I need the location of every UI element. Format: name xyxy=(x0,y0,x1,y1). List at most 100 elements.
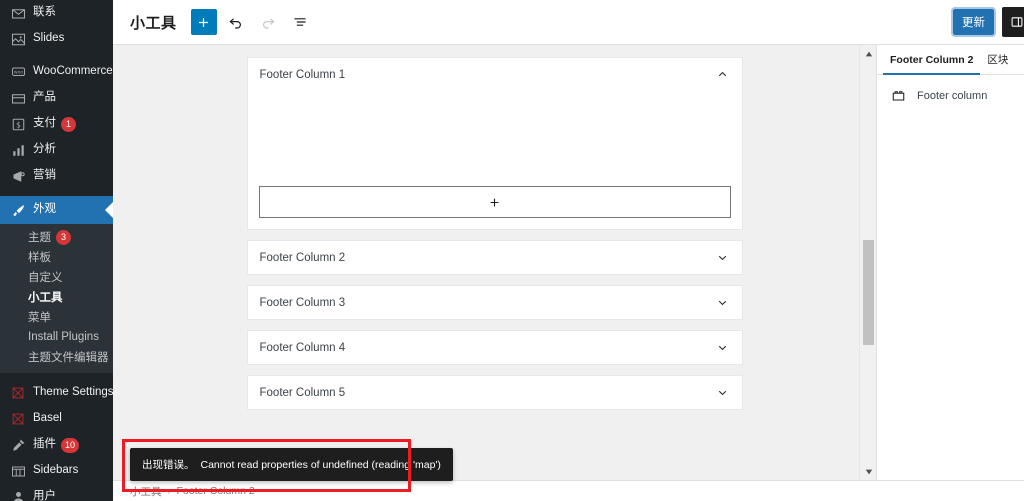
products-icon xyxy=(9,89,27,107)
status-badge: 10 xyxy=(61,437,80,453)
undo-arrow-icon xyxy=(229,18,241,29)
users-icon xyxy=(9,488,27,501)
submenu-item-widgets[interactable]: 小工具 xyxy=(0,287,113,307)
sidebar-item-woocommerce[interactable]: woo WooCommerce xyxy=(0,59,113,85)
sidebar-item-analytics[interactable]: 分析 xyxy=(0,137,113,163)
widget-area-header[interactable]: Footer Column 5 xyxy=(248,376,742,409)
scroll-down-arrow-icon[interactable] xyxy=(860,463,876,480)
submenu-item-label: 菜单 xyxy=(28,312,51,324)
list-item[interactable]: Footer column xyxy=(877,84,1024,107)
widget-area-header[interactable]: Footer Column 4 xyxy=(248,331,742,364)
submenu-item-theme-file-editor[interactable]: 主题文件编辑器 xyxy=(0,347,113,367)
chevron-down-icon[interactable] xyxy=(716,251,729,264)
breadcrumb: 小工具 › Footer Column 2 xyxy=(113,480,1024,501)
chevron-down-icon[interactable] xyxy=(716,386,729,399)
breadcrumb-item-current[interactable]: Footer Column 2 xyxy=(177,485,255,497)
error-toast-prefix: 出现错误。 xyxy=(142,459,195,471)
widget-area-title: Footer Column 2 xyxy=(259,251,346,264)
status-badge: 1 xyxy=(61,116,76,132)
widget-area-title: Footer Column 5 xyxy=(259,386,346,399)
sidebar-item-contact[interactable]: 联系 xyxy=(0,0,113,26)
canvas-scrollbar[interactable] xyxy=(859,45,876,480)
submenu-item-label: Install Plugins xyxy=(28,331,99,343)
widget-area-body xyxy=(248,91,742,229)
sidebar-item-basel[interactable]: Basel xyxy=(0,406,113,432)
redo-button[interactable] xyxy=(255,9,281,35)
redo-arrow-icon xyxy=(262,18,275,29)
sidebar-item-payments[interactable]: $ 支付 1 xyxy=(0,111,113,137)
sidebar-item-products[interactable]: 产品 xyxy=(0,85,113,111)
editor-canvas-wrap: Footer Column 1 Footer Column 2 Footer C… xyxy=(113,45,876,480)
undo-button[interactable] xyxy=(223,9,249,35)
chevron-down-icon[interactable] xyxy=(716,341,729,354)
sidebar-item-label: Basel xyxy=(33,412,62,425)
submenu-item-menus[interactable]: 菜单 xyxy=(0,307,113,327)
chevron-down-icon[interactable] xyxy=(716,296,729,309)
scrollbar-thumb[interactable] xyxy=(863,240,874,345)
mail-icon xyxy=(9,4,27,22)
sidebar-item-label: 分析 xyxy=(33,143,56,156)
megaphone-icon xyxy=(9,167,27,185)
widget-area-empty-space xyxy=(259,91,731,186)
widget-area-header[interactable]: Footer Column 1 xyxy=(248,58,742,91)
settings-sidebar: Footer Column 2 区块 Footer column xyxy=(876,45,1024,480)
block-appender-button[interactable] xyxy=(258,186,731,218)
submenu-item-label: 主题 xyxy=(28,232,51,244)
plugins-icon xyxy=(9,436,27,454)
widget-area-title: Footer Column 4 xyxy=(259,341,346,354)
chevron-up-icon[interactable] xyxy=(716,68,729,81)
error-toast: 出现错误。 Cannot read properties of undefine… xyxy=(130,448,453,481)
submenu-item-customize[interactable]: 自定义 xyxy=(0,267,113,287)
analytics-chart-icon xyxy=(9,141,27,159)
image-icon xyxy=(9,30,27,48)
sidebar-item-sidebars[interactable]: Sidebars xyxy=(0,458,113,484)
widget-area-footer-column-5: Footer Column 5 xyxy=(246,375,743,410)
tab-block[interactable]: 区块 xyxy=(980,45,1015,74)
sidebars-icon xyxy=(9,462,27,480)
inspector-body: Footer column xyxy=(877,75,1024,107)
sidebar-item-label: 联系 xyxy=(33,6,56,19)
widget-area-footer-column-3: Footer Column 3 xyxy=(246,285,743,320)
submenu-item-patterns[interactable]: 样板 xyxy=(0,247,113,267)
error-toast-message: Cannot read properties of undefined (rea… xyxy=(200,458,441,471)
update-button[interactable]: 更新 xyxy=(951,7,996,37)
basel-icon xyxy=(9,410,27,428)
submenu-item-label: 小工具 xyxy=(28,292,63,304)
breadcrumb-item-root[interactable]: 小工具 xyxy=(130,484,162,499)
sidebar-item-users[interactable]: 用户 xyxy=(0,484,113,501)
sidebar-item-marketing[interactable]: 营销 xyxy=(0,163,113,189)
plus-icon xyxy=(490,198,499,206)
editor-header: 小工具 更新 xyxy=(113,0,1024,45)
appearance-submenu: 主题 3 样板 自定义 小工具 菜单 Install Plugins 主题文件编… xyxy=(0,224,113,373)
sidebar-item-label: 用户 xyxy=(33,490,56,501)
sidebar-item-appearance[interactable]: 外观 xyxy=(0,196,113,224)
woocommerce-icon: woo xyxy=(9,63,27,81)
sidebar-divider xyxy=(0,189,113,196)
sidebar-item-label: 营销 xyxy=(33,169,56,182)
sidebar-item-label: 支付 xyxy=(33,117,56,130)
sidebar-item-slides[interactable]: Slides xyxy=(0,26,113,52)
list-view-button[interactable] xyxy=(287,9,313,35)
add-block-button[interactable] xyxy=(190,9,217,35)
widget-area-header[interactable]: Footer Column 2 xyxy=(248,241,742,274)
sidebar-item-plugins[interactable]: 插件 10 xyxy=(0,432,113,458)
sidebar-item-label: 外观 xyxy=(33,203,56,216)
submenu-item-label: 样板 xyxy=(28,252,51,264)
submenu-item-themes[interactable]: 主题 3 xyxy=(0,227,113,247)
theme-settings-icon xyxy=(9,384,27,402)
submenu-item-label: 自定义 xyxy=(28,272,63,284)
sidebar-divider xyxy=(0,52,113,59)
submenu-item-install-plugins[interactable]: Install Plugins xyxy=(0,327,113,347)
sidebar-item-label: Slides xyxy=(33,32,65,45)
list-item-label: Footer column xyxy=(917,89,988,102)
settings-toggle-button[interactable] xyxy=(1002,7,1024,37)
page-title: 小工具 xyxy=(130,14,177,32)
widget-area-header[interactable]: Footer Column 3 xyxy=(248,286,742,319)
submenu-item-label: 主题文件编辑器 xyxy=(28,352,109,364)
sidebar-item-theme-settings[interactable]: Theme Settings xyxy=(0,380,113,406)
chevron-right-icon: › xyxy=(167,486,171,496)
widget-area-title: Footer Column 3 xyxy=(259,296,346,309)
scroll-up-arrow-icon[interactable] xyxy=(860,45,876,62)
widget-area-footer-column-2: Footer Column 2 xyxy=(246,240,743,275)
tab-footer-column-2[interactable]: Footer Column 2 xyxy=(883,45,981,75)
